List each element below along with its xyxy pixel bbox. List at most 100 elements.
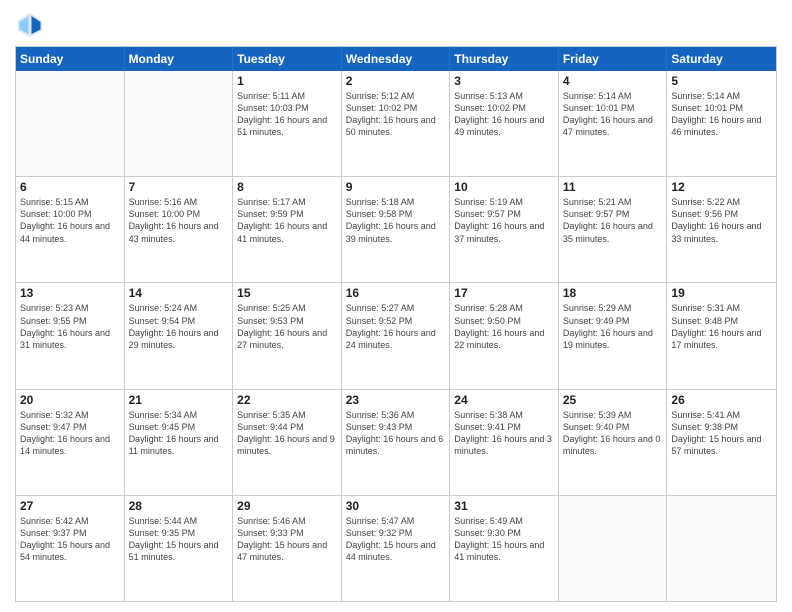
day-number: 19 [671, 286, 772, 300]
cal-cell [559, 496, 668, 601]
cell-content: Sunrise: 5:15 AM Sunset: 10:00 PM Daylig… [20, 196, 120, 245]
cal-row-3: 13 Sunrise: 5:23 AM Sunset: 9:55 PM Dayli… [16, 282, 776, 388]
cal-cell: 1 Sunrise: 5:11 AM Sunset: 10:03 PM Dayli… [233, 71, 342, 176]
cal-cell: 18Sunrise: 5:29 AM Sunset: 9:49 PM Dayli… [559, 283, 668, 388]
day-number: 20 [20, 393, 120, 407]
cal-cell: 9Sunrise: 5:18 AM Sunset: 9:58 PM Daylig… [342, 177, 451, 282]
cal-cell: 11 Sunrise: 5:21 AM Sunset: 9:57 PM Dayli… [559, 177, 668, 282]
cal-cell: 13 Sunrise: 5:23 AM Sunset: 9:55 PM Dayli… [16, 283, 125, 388]
day-number: 5 [671, 74, 772, 88]
logo [15, 10, 49, 40]
cal-cell: 31 Sunrise: 5:49 AM Sunset: 9:30 PM Dayli… [450, 496, 559, 601]
day-number: 7 [129, 180, 229, 194]
cal-row-2: 6 Sunrise: 5:15 AM Sunset: 10:00 PM Dayli… [16, 176, 776, 282]
day-number: 21 [129, 393, 229, 407]
calendar: SundayMondayTuesdayWednesdayThursdayFrid… [15, 46, 777, 602]
cal-cell: 26 Sunrise: 5:41 AM Sunset: 9:38 PM Dayli… [667, 390, 776, 495]
cal-cell: 22 Sunrise: 5:35 AM Sunset: 9:44 PM Dayli… [233, 390, 342, 495]
cell-content: Sunrise: 5:14 AM Sunset: 10:01 PM Daylig… [563, 90, 663, 139]
calendar-header: SundayMondayTuesdayWednesdayThursdayFrid… [16, 47, 776, 71]
cell-content: Sunrise: 5:35 AM Sunset: 9:44 PM Dayligh… [237, 409, 337, 458]
cal-cell: 6 Sunrise: 5:15 AM Sunset: 10:00 PM Dayli… [16, 177, 125, 282]
day-number: 28 [129, 499, 229, 513]
day-number: 13 [20, 286, 120, 300]
cal-cell: 20Sunrise: 5:32 AM Sunset: 9:47 PM Dayli… [16, 390, 125, 495]
cell-content: Sunrise: 5:16 AM Sunset: 10:00 PM Daylig… [129, 196, 229, 245]
cell-content: Sunrise: 5:47 AM Sunset: 9:32 PM Dayligh… [346, 515, 446, 564]
cell-content: Sunrise: 5:13 AM Sunset: 10:02 PM Daylig… [454, 90, 554, 139]
page: SundayMondayTuesdayWednesdayThursdayFrid… [0, 0, 792, 612]
cal-cell: 30 Sunrise: 5:47 AM Sunset: 9:32 PM Dayli… [342, 496, 451, 601]
cell-content: Sunrise: 5:22 AM Sunset: 9:56 PM Dayligh… [671, 196, 772, 245]
cell-content: Sunrise: 5:12 AM Sunset: 10:02 PM Daylig… [346, 90, 446, 139]
header-day-saturday: Saturday [667, 47, 776, 71]
day-number: 23 [346, 393, 446, 407]
cell-content: Sunrise: 5:34 AM Sunset: 9:45 PM Dayligh… [129, 409, 229, 458]
cell-content: Sunrise: 5:17 AM Sunset: 9:59 PM Dayligh… [237, 196, 337, 245]
cal-cell [667, 496, 776, 601]
cell-content: Sunrise: 5:19 AM Sunset: 9:57 PM Dayligh… [454, 196, 554, 245]
cell-content: Sunrise: 5:25 AM Sunset: 9:53 PM Dayligh… [237, 302, 337, 351]
cell-content: Sunrise: 5:21 AM Sunset: 9:57 PM Dayligh… [563, 196, 663, 245]
cal-cell: 5 Sunrise: 5:14 AM Sunset: 10:01 PM Dayli… [667, 71, 776, 176]
cell-content: Sunrise: 5:36 AM Sunset: 9:43 PM Dayligh… [346, 409, 446, 458]
cell-content: Sunrise: 5:49 AM Sunset: 9:30 PM Dayligh… [454, 515, 554, 564]
day-number: 27 [20, 499, 120, 513]
cal-row-5: 27 Sunrise: 5:42 AM Sunset: 9:37 PM Dayli… [16, 495, 776, 601]
cell-content: Sunrise: 5:31 AM Sunset: 9:48 PM Dayligh… [671, 302, 772, 351]
day-number: 8 [237, 180, 337, 194]
cell-content: Sunrise: 5:24 AM Sunset: 9:54 PM Dayligh… [129, 302, 229, 351]
day-number: 2 [346, 74, 446, 88]
day-number: 31 [454, 499, 554, 513]
cell-content: Sunrise: 5:23 AM Sunset: 9:55 PM Dayligh… [20, 302, 120, 351]
cal-cell: 25 Sunrise: 5:39 AM Sunset: 9:40 PM Dayli… [559, 390, 668, 495]
header-day-tuesday: Tuesday [233, 47, 342, 71]
cell-content: Sunrise: 5:41 AM Sunset: 9:38 PM Dayligh… [671, 409, 772, 458]
cal-cell: 24 Sunrise: 5:38 AM Sunset: 9:41 PM Dayli… [450, 390, 559, 495]
cal-cell: 21 Sunrise: 5:34 AM Sunset: 9:45 PM Dayli… [125, 390, 234, 495]
cal-cell: 14Sunrise: 5:24 AM Sunset: 9:54 PM Dayli… [125, 283, 234, 388]
cal-cell: 7 Sunrise: 5:16 AM Sunset: 10:00 PM Dayli… [125, 177, 234, 282]
header-day-thursday: Thursday [450, 47, 559, 71]
cal-cell: 19 Sunrise: 5:31 AM Sunset: 9:48 PM Dayli… [667, 283, 776, 388]
cal-cell [16, 71, 125, 176]
cell-content: Sunrise: 5:46 AM Sunset: 9:33 PM Dayligh… [237, 515, 337, 564]
day-number: 22 [237, 393, 337, 407]
day-number: 25 [563, 393, 663, 407]
header-day-monday: Monday [125, 47, 234, 71]
day-number: 1 [237, 74, 337, 88]
header-day-friday: Friday [559, 47, 668, 71]
cell-content: Sunrise: 5:11 AM Sunset: 10:03 PM Daylig… [237, 90, 337, 139]
cal-cell: 2 Sunrise: 5:12 AM Sunset: 10:02 PM Dayli… [342, 71, 451, 176]
cell-content: Sunrise: 5:28 AM Sunset: 9:50 PM Dayligh… [454, 302, 554, 351]
cal-cell: 16 Sunrise: 5:27 AM Sunset: 9:52 PM Dayli… [342, 283, 451, 388]
cell-content: Sunrise: 5:27 AM Sunset: 9:52 PM Dayligh… [346, 302, 446, 351]
cell-content: Sunrise: 5:29 AM Sunset: 9:49 PM Dayligh… [563, 302, 663, 351]
cell-content: Sunrise: 5:38 AM Sunset: 9:41 PM Dayligh… [454, 409, 554, 458]
day-number: 6 [20, 180, 120, 194]
day-number: 12 [671, 180, 772, 194]
day-number: 29 [237, 499, 337, 513]
day-number: 16 [346, 286, 446, 300]
day-number: 30 [346, 499, 446, 513]
day-number: 11 [563, 180, 663, 194]
cell-content: Sunrise: 5:39 AM Sunset: 9:40 PM Dayligh… [563, 409, 663, 458]
day-number: 10 [454, 180, 554, 194]
day-number: 15 [237, 286, 337, 300]
header-day-wednesday: Wednesday [342, 47, 451, 71]
cell-content: Sunrise: 5:42 AM Sunset: 9:37 PM Dayligh… [20, 515, 120, 564]
cell-content: Sunrise: 5:14 AM Sunset: 10:01 PM Daylig… [671, 90, 772, 139]
day-number: 4 [563, 74, 663, 88]
day-number: 24 [454, 393, 554, 407]
day-number: 17 [454, 286, 554, 300]
day-number: 3 [454, 74, 554, 88]
cal-cell: 8 Sunrise: 5:17 AM Sunset: 9:59 PM Daylig… [233, 177, 342, 282]
header-day-sunday: Sunday [16, 47, 125, 71]
day-number: 26 [671, 393, 772, 407]
cal-cell: 29 Sunrise: 5:46 AM Sunset: 9:33 PM Dayli… [233, 496, 342, 601]
cell-content: Sunrise: 5:18 AM Sunset: 9:58 PM Dayligh… [346, 196, 446, 245]
cal-cell: 17 Sunrise: 5:28 AM Sunset: 9:50 PM Dayli… [450, 283, 559, 388]
cal-cell: 23 Sunrise: 5:36 AM Sunset: 9:43 PM Dayli… [342, 390, 451, 495]
cal-cell: 15 Sunrise: 5:25 AM Sunset: 9:53 PM Dayli… [233, 283, 342, 388]
cal-row-4: 20Sunrise: 5:32 AM Sunset: 9:47 PM Dayli… [16, 389, 776, 495]
